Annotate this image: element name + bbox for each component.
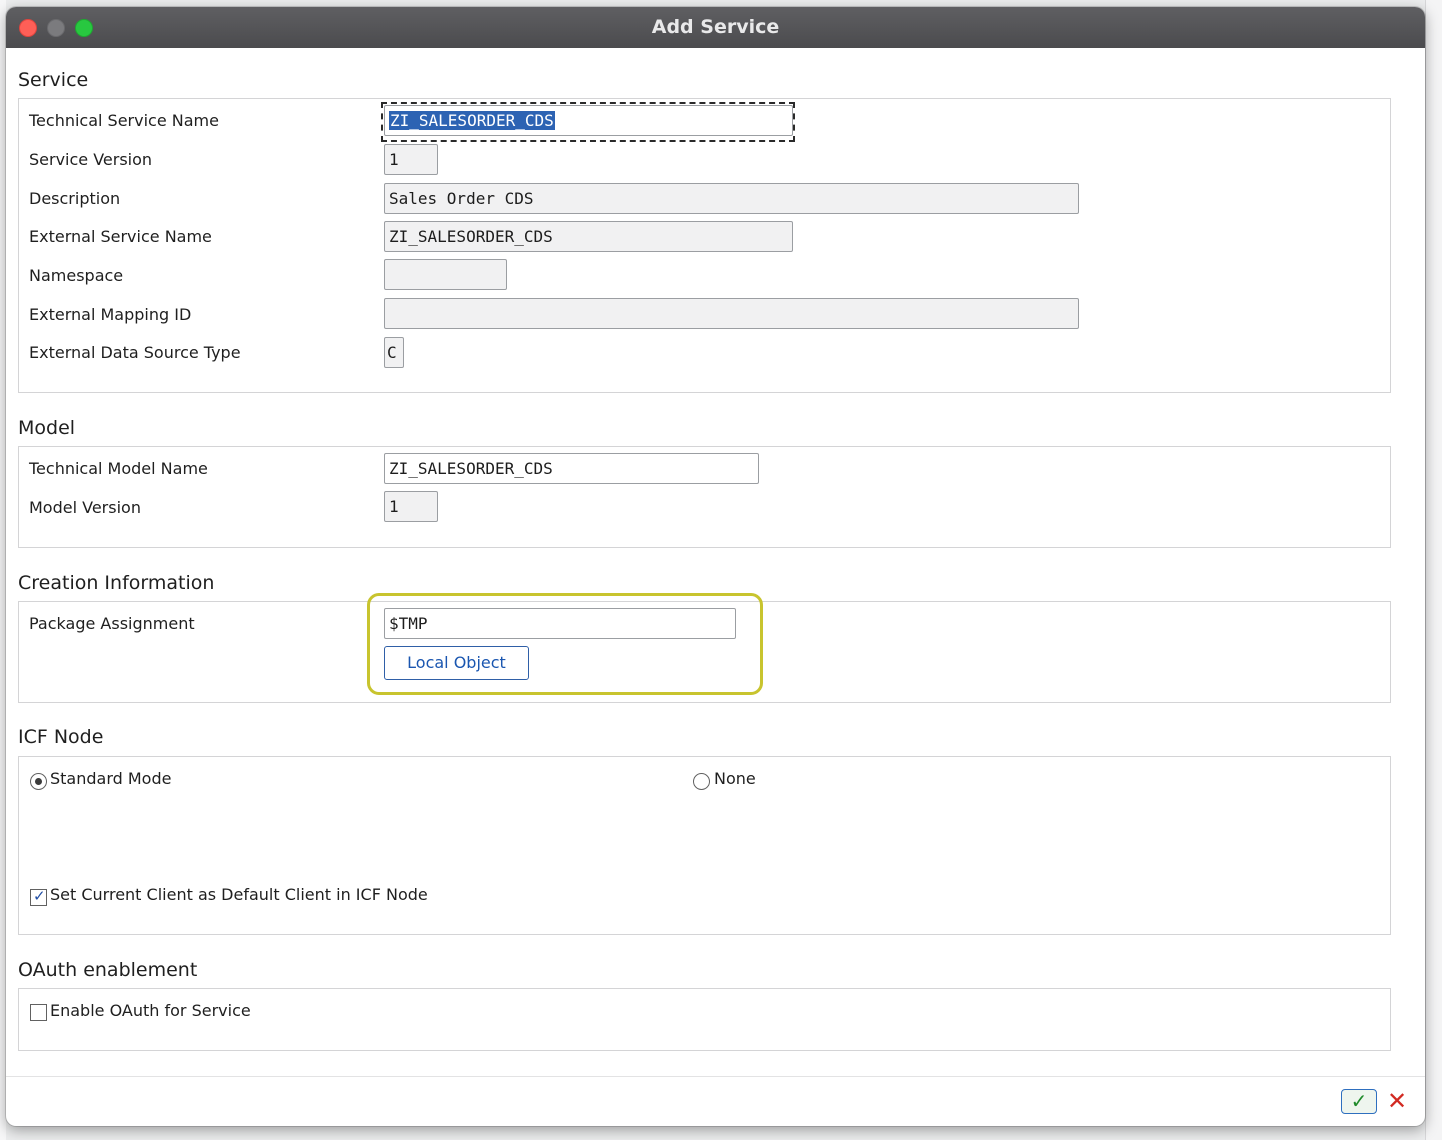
standard-mode-radio[interactable] [30, 773, 47, 790]
service-section-title: Service [18, 69, 89, 91]
model-version-label: Model Version [29, 498, 141, 517]
external-service-name-label: External Service Name [29, 227, 212, 246]
footer-separator [6, 1076, 1425, 1077]
none-radio[interactable] [693, 773, 710, 790]
local-object-button[interactable]: Local Object [384, 646, 529, 680]
model-section-title: Model [18, 417, 76, 439]
add-service-dialog: Add Service Service Technical Service Na… [6, 7, 1425, 1126]
technical-service-name-field[interactable]: ZI_SALESORDER_CDS [384, 105, 793, 136]
selected-value: ZI_SALESORDER_CDS [389, 111, 555, 130]
default-client-label: Set Current Client as Default Client in … [50, 885, 428, 904]
creation-section-title: Creation Information [18, 572, 215, 594]
external-mapping-id-field[interactable] [384, 298, 1079, 329]
confirm-button[interactable]: ✓ [1341, 1089, 1377, 1114]
close-icon: ✕ [1387, 1087, 1408, 1115]
technical-model-name-label: Technical Model Name [29, 459, 208, 478]
oauth-section-title: OAuth enablement [18, 959, 198, 981]
external-mapping-id-label: External Mapping ID [29, 305, 192, 324]
description-label: Description [29, 189, 121, 208]
external-service-name-field[interactable]: ZI_SALESORDER_CDS [384, 221, 793, 252]
checkmark-icon: ✓ [33, 887, 46, 905]
namespace-label: Namespace [29, 266, 124, 285]
enable-oauth-label: Enable OAuth for Service [50, 1001, 251, 1020]
model-version-field[interactable]: 1 [384, 491, 438, 522]
enable-oauth-checkbox[interactable] [30, 1004, 47, 1021]
external-data-source-type-label: External Data Source Type [29, 343, 241, 362]
technical-service-name-label: Technical Service Name [29, 111, 219, 130]
dialog-title: Add Service [651, 16, 780, 38]
technical-model-name-field[interactable]: ZI_SALESORDER_CDS [384, 453, 759, 484]
external-data-source-type-field[interactable]: C [384, 337, 404, 368]
package-assignment-field[interactable]: $TMP [384, 608, 736, 639]
standard-mode-label: Standard Mode [50, 769, 172, 788]
service-version-field[interactable]: 1 [384, 144, 438, 175]
title-bar: Add Service [6, 7, 1425, 48]
default-client-checkbox[interactable]: ✓ [30, 887, 47, 906]
description-field[interactable]: Sales Order CDS [384, 183, 1079, 214]
background-right [1425, 0, 1442, 1140]
service-version-label: Service Version [29, 150, 153, 169]
none-label: None [714, 769, 756, 788]
namespace-field[interactable] [384, 259, 507, 290]
icf-section-title: ICF Node [18, 726, 104, 748]
checkmark-icon: ✓ [1350, 1089, 1368, 1113]
cancel-button[interactable]: ✕ [1387, 1087, 1407, 1115]
package-assignment-label: Package Assignment [29, 614, 195, 633]
